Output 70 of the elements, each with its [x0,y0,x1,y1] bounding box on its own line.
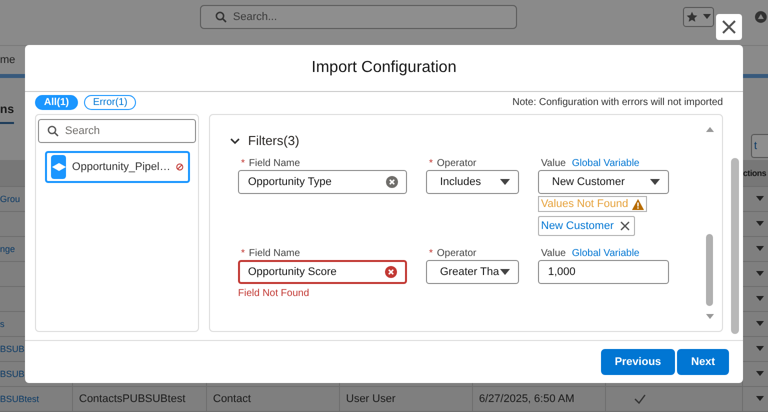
favorites-button[interactable] [682,6,714,27]
value-dropdown[interactable]: New Customer [538,170,669,194]
modal-title: Import Configuration [312,59,456,77]
field-name-input[interactable]: Opportunity Type [238,170,407,194]
caret-icon [756,221,764,226]
scroll-up-icon [706,127,714,132]
field-label: Value [541,158,566,168]
required-mark: * [429,248,433,258]
error-message: Field Not Found [238,288,310,299]
field-name-input[interactable]: Opportunity Score [238,260,407,284]
column-header: ctions [743,166,768,180]
caret-icon [756,296,764,302]
table-cell: User User [346,392,396,405]
warning-message: Values Not Found [538,196,648,212]
table-cell: ContactsPUBSUBtest [79,392,186,405]
caret-icon [756,246,764,252]
record-link[interactable]: BSUB [0,344,25,354]
filter-chip[interactable]: Error(1) [84,94,136,110]
caret-icon [756,346,764,352]
close-button[interactable] [716,14,742,40]
caret-icon [500,269,510,275]
record-link[interactable]: nge [0,244,16,254]
field-label: Value [541,248,566,258]
caret-icon [702,14,711,20]
caret-icon [756,196,764,202]
close-icon [722,20,736,34]
search-field[interactable]: Search [38,119,196,143]
operator-dropdown[interactable]: Greater Tha [426,260,519,284]
table-cell: 6/27/2025, 6:50 AM [479,392,574,405]
global-variable-link[interactable]: Global Variable [572,158,640,168]
side-button[interactable]: t [751,134,768,158]
item-name: Opportunity_Pipel… [72,161,170,173]
record-link[interactable]: Grou [0,194,20,204]
required-mark: * [241,158,245,168]
nav-tab[interactable]: me [0,54,16,66]
page-tab[interactable]: ns [0,102,14,124]
required-mark: * [241,248,245,258]
record-link[interactable]: BSUB [0,368,25,379]
search-field[interactable]: Search... [200,4,517,29]
value-input[interactable]: 1,000 [538,260,669,284]
field-label: Operator [436,248,476,258]
clear-icon [385,266,397,278]
remove-icon[interactable] [620,221,630,231]
field-label: Operator [436,158,476,168]
search-icon [215,10,227,23]
configuration-item[interactable]: Opportunity_Pipel… [45,151,190,183]
wizard-button[interactable]: Previous [600,349,676,375]
field-label: Field Name [248,158,300,168]
record-link[interactable]: BSUBtest [0,394,40,404]
scroll-down-icon [706,314,714,319]
global-variable-link[interactable]: Global Variable [572,248,640,258]
wizard-button[interactable]: Next [677,349,729,375]
table-cell: Contact [213,392,251,405]
star-icon [686,10,698,23]
search-icon [47,125,59,137]
warning-icon [632,198,644,210]
caret-icon [756,321,764,326]
caret-icon [756,371,764,376]
caret-icon [756,271,764,276]
required-mark: * [429,158,433,168]
filters-toggle[interactable]: Filters(3) [230,133,320,148]
value-pill: New Customer [538,216,635,236]
filter-chip[interactable]: All(1) [35,94,78,110]
error-icon [176,161,184,173]
caret-icon [756,396,764,402]
note-text: Note: Configuration with errors will not imported [512,96,723,108]
clear-icon [386,176,398,188]
field-label: Field Name [248,248,300,258]
operator-dropdown[interactable]: Includes [426,170,519,194]
record-link[interactable]: s [0,318,4,329]
